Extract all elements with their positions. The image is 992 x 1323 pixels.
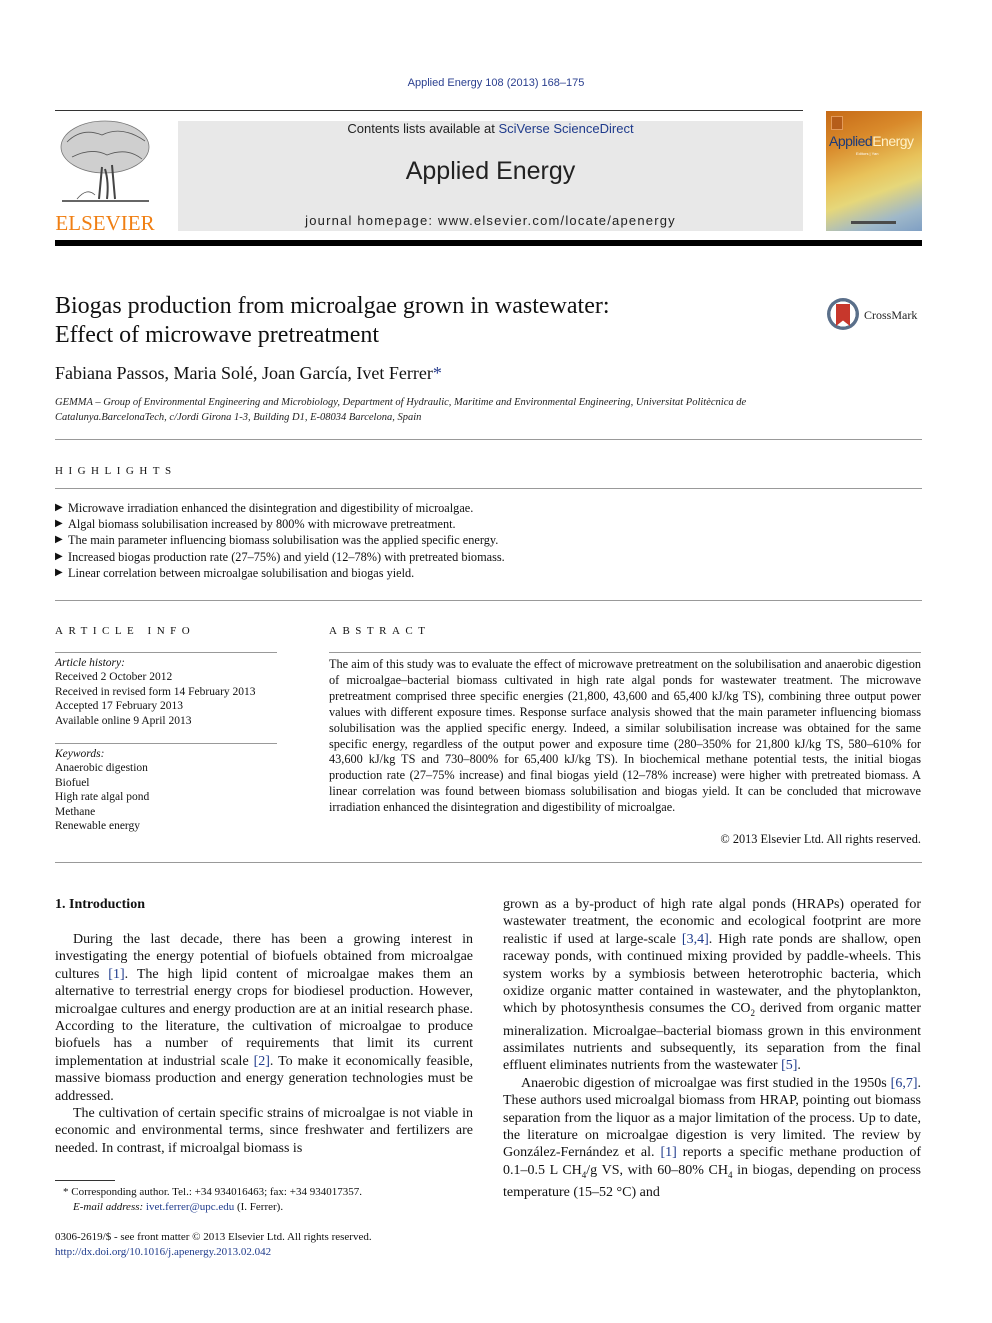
divider [55,743,277,744]
divider [55,439,922,440]
triangle-bullet-icon: ▶ [55,502,63,513]
article-history: Article history: Received 2 October 2012… [55,656,285,728]
highlight-item: ▶ The main parameter influencing biomass … [55,533,499,548]
front-matter: 0306-2619/$ - see front matter © 2013 El… [55,1230,485,1260]
divider [55,652,277,653]
keyword: Biofuel [55,776,90,789]
affiliation: GEMMA – Group of Environmental Engineeri… [55,397,747,423]
elsevier-tree-icon [60,120,150,202]
header-top-rule [55,110,803,111]
elsevier-wordmark: ELSEVIER [55,211,155,235]
article-title: Biogas production from microalgae grown … [55,293,610,348]
reference-link[interactable]: [3,4] [682,932,709,947]
keyword: High rate algal pond [55,791,150,804]
triangle-bullet-icon: ▶ [55,534,63,546]
reference-link[interactable]: [1] [660,1145,676,1160]
paragraph: During the last decade, there has been a… [55,932,473,1104]
keywords: Keywords: Anaerobic digestion Biofuel Hi… [55,747,285,833]
divider [329,652,921,653]
divider [55,862,922,863]
footnote-rule [55,1180,115,1181]
author-email-link[interactable]: ivet.ferrer@upc.edu [146,1201,234,1213]
reference-link[interactable]: [2] [254,1054,270,1069]
abstract-heading: ABSTRACT [329,625,431,637]
paragraph: The cultivation of certain specific stra… [55,1106,473,1156]
section-heading-introduction: 1. Introduction [55,897,145,912]
highlight-item: ▶ Linear correlation between microalgae s… [55,565,415,580]
abstract-copyright: © 2013 Elsevier Ltd. All rights reserved… [720,832,921,846]
header-thick-rule [55,240,922,246]
triangle-bullet-icon: ▶ [55,550,63,562]
corresponding-author-footnote: * Corresponding author. Tel.: +34 934016… [63,1186,362,1213]
highlights-list: ▶ Microwave irradiation enhanced the disi… [55,500,915,581]
highlights-heading: HIGHLIGHTS [55,465,177,477]
journal-citation[interactable]: Applied Energy 108 (2013) 168–175 [0,77,992,89]
cover-emblem-icon [831,116,843,130]
reference-link[interactable]: [1] [108,967,124,982]
history-accepted: Accepted 17 February 2013 [55,700,184,713]
author-list: Fabiana Passos, Maria Solé, Joan García,… [55,363,442,383]
history-revised: Received in revised form 14 February 201… [55,685,256,698]
divider [55,600,922,601]
history-received: Received 2 October 2012 [55,671,173,684]
sciencedirect-link[interactable]: SciVerse ScienceDirect [498,121,633,136]
intro-left-column: During the last decade, there has been a… [55,931,473,1157]
keyword: Anaerobic digestion [55,762,148,775]
highlight-item: ▶ Microwave irradiation enhanced the disi… [55,501,474,515]
intro-right-column: grown as a by-product of high rate algal… [503,896,921,1202]
reference-link[interactable]: [6,7] [891,1076,918,1091]
keyword: Methane [55,805,96,818]
crossmark-label: CrossMark [864,308,918,322]
cover-subtitle: Editors | Yan [856,151,879,156]
crossmark-badge[interactable]: CrossMark [827,298,927,334]
paragraph: grown as a by-product of high rate algal… [503,897,921,1074]
paragraph: Anaerobic digestion of microalgae was fi… [503,1075,922,1201]
cover-title: AppliedEnergy [829,133,914,149]
triangle-bullet-icon: ▶ [55,566,63,578]
cover-footer-bar [851,221,896,224]
contents-available-line: Contents lists available at SciVerse Sci… [178,121,803,136]
abstract-text: The aim of this study was to evaluate th… [329,657,921,815]
reference-link[interactable]: [5] [781,1058,797,1073]
history-online: Available online 9 April 2013 [55,714,192,727]
triangle-bullet-icon: ▶ [55,518,63,530]
issn-line: 0306-2619/$ - see front matter © 2013 El… [55,1231,372,1243]
article-info-heading: ARTICLE INFO [55,625,196,637]
elsevier-logo[interactable]: ELSEVIER [55,117,155,235]
keyword: Renewable energy [55,820,141,833]
highlight-item: ▶ Increased biogas production rate (27–75… [55,549,505,564]
journal-cover-thumbnail[interactable]: AppliedEnergy Editors | Yan [826,111,922,231]
divider [55,488,922,489]
journal-homepage[interactable]: journal homepage: www.elsevier.com/locat… [178,213,803,228]
highlight-item: ▶ Algal biomass solubilisation increased … [55,517,456,532]
doi-link[interactable]: http://dx.doi.org/10.1016/j.apenergy.201… [55,1245,485,1260]
journal-name: Applied Energy [405,157,576,185]
corresponding-author-marker[interactable]: * [433,363,442,383]
contents-prefix: Contents lists available at [347,121,499,136]
